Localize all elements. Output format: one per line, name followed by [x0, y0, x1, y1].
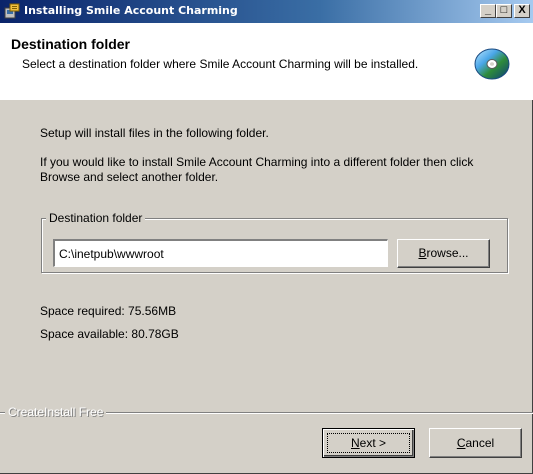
accelerator-key: N [350, 435, 360, 450]
destination-group-label: Destination folder [46, 211, 146, 225]
browse-button[interactable]: Browse... [397, 239, 490, 268]
browse-rest: rowse... [426, 246, 469, 260]
instruction-text: If you would like to install Smile Accou… [40, 155, 474, 184]
minimize-button[interactable]: _ [480, 4, 496, 18]
intro-text: Setup will install files in the followin… [40, 126, 269, 140]
destination-path-input[interactable] [53, 239, 388, 267]
browse-button-label: Browse... [418, 246, 468, 260]
next-button-label: Next > [350, 435, 387, 450]
cancel-button-label: Cancel [456, 435, 495, 450]
cancel-button[interactable]: Cancel [429, 428, 522, 458]
brand-label: CreateInstall Free [5, 405, 107, 419]
installer-window: Installing Smile Account Charming _ □ X … [0, 0, 533, 474]
cd-disc-icon [474, 48, 510, 80]
space-required: Space required: 75.56MB [40, 304, 177, 318]
maximize-button[interactable]: □ [496, 4, 512, 18]
accelerator-key: C [456, 435, 466, 450]
header-panel: Destination folder Select a destination … [0, 23, 533, 100]
title-bar[interactable]: Installing Smile Account Charming _ □ X [0, 0, 533, 23]
window-title: Installing Smile Account Charming [24, 4, 238, 17]
page-title: Destination folder [11, 36, 131, 52]
space-available: Space available: 80.78GB [40, 327, 179, 341]
header-divider [0, 99, 533, 100]
page-description: Select a destination folder where Smile … [22, 57, 419, 71]
browse-accel: B [418, 246, 427, 260]
next-button[interactable]: Next > [322, 428, 415, 458]
close-button[interactable]: X [514, 4, 530, 18]
installer-icon [4, 3, 20, 19]
